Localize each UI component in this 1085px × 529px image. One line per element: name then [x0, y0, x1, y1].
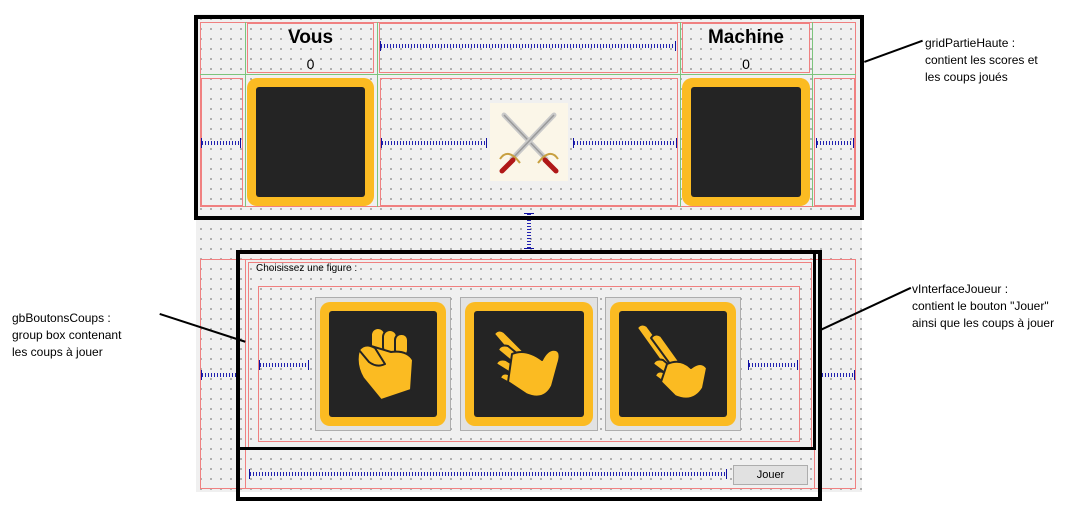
annotation-grid-top: gridPartieHaute : contient les scores et…: [925, 36, 1038, 84]
annotation-group-buttons: gbBoutonsCoups : group box contenant les…: [12, 311, 122, 359]
horizontal-spacer: [201, 370, 239, 380]
pointer-line: [864, 39, 923, 63]
grid-top-highlight-box: [194, 15, 864, 220]
group-box-highlight-box: [236, 250, 816, 450]
annotation-player-interface: vInterfaceJoueur : contient le bouton "J…: [912, 282, 1055, 330]
horizontal-spacer: [818, 370, 855, 380]
